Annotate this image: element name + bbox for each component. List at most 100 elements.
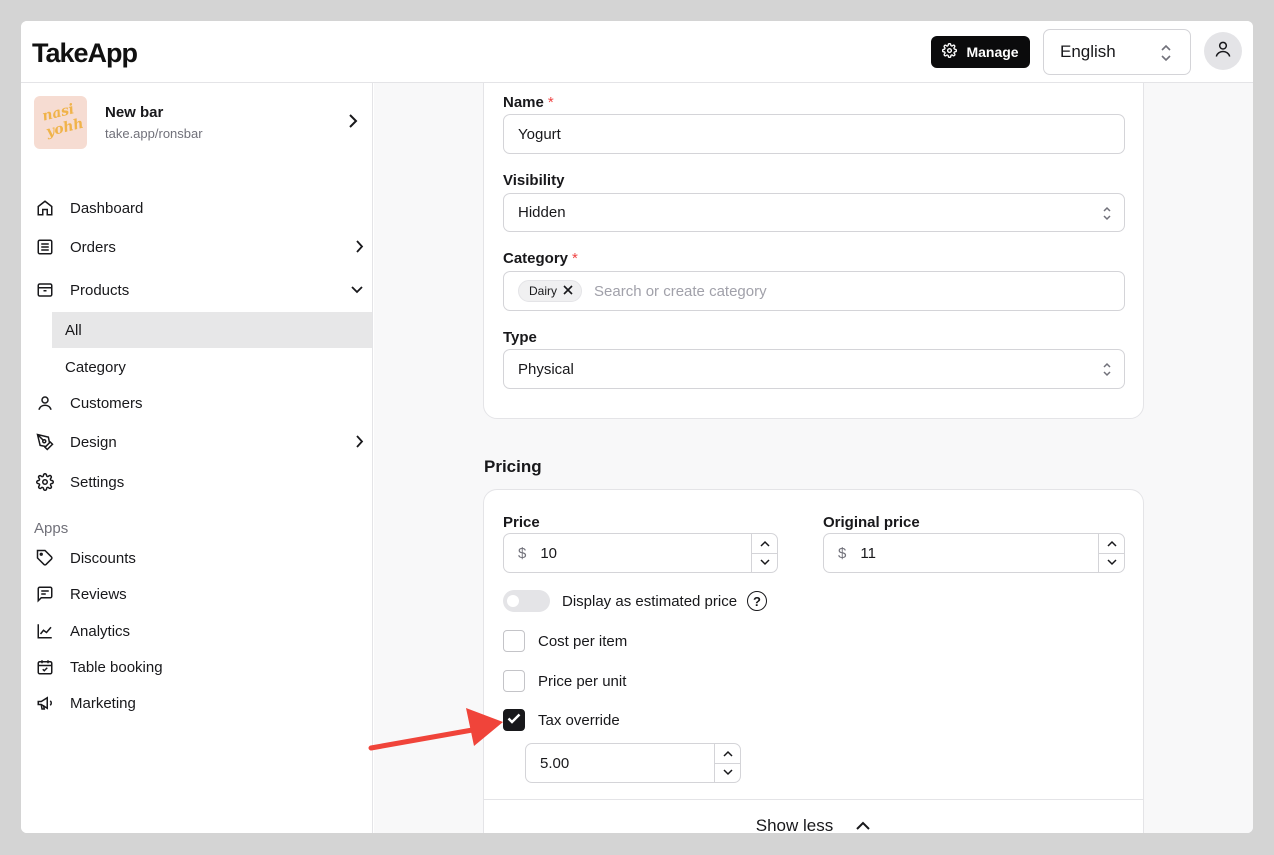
chart-icon bbox=[34, 620, 56, 642]
estimated-price-toggle[interactable] bbox=[503, 590, 550, 612]
category-field[interactable]: Dairy Search or create category bbox=[503, 271, 1125, 311]
sidebar: nasi yohh New bar take.app/ronsbar Dashb… bbox=[21, 83, 373, 833]
annotation-arrow-icon bbox=[368, 708, 503, 751]
top-header: TakeApp Manage English bbox=[21, 21, 1253, 83]
tax-value: 5.00 bbox=[540, 754, 570, 772]
category-search-placeholder[interactable]: Search or create category bbox=[594, 283, 767, 300]
sidebar-item-label: Marketing bbox=[70, 694, 136, 712]
sidebar-item-design[interactable]: Design bbox=[34, 425, 364, 459]
pricing-card: Price $ 10 Original price $ 11 Display a… bbox=[483, 489, 1144, 833]
chevron-right-icon bbox=[355, 434, 364, 453]
user-icon bbox=[1213, 39, 1233, 64]
gear-icon bbox=[34, 471, 56, 493]
currency-symbol: $ bbox=[838, 544, 847, 562]
sidebar-item-label: Customers bbox=[70, 394, 143, 412]
pen-icon bbox=[34, 431, 56, 453]
store-url: take.app/ronsbar bbox=[105, 126, 203, 141]
sidebar-subitem-all[interactable]: All bbox=[52, 312, 372, 348]
orders-icon bbox=[34, 236, 56, 258]
sidebar-item-table-booking[interactable]: Table booking bbox=[34, 650, 364, 684]
chevron-updown-icon bbox=[1160, 44, 1172, 67]
box-icon bbox=[34, 279, 56, 301]
type-value: Physical bbox=[518, 360, 574, 378]
original-price-stepper bbox=[1098, 534, 1124, 572]
sidebar-item-label: Orders bbox=[70, 238, 116, 256]
visibility-value: Hidden bbox=[518, 204, 566, 221]
store-thumbnail: nasi yohh bbox=[34, 96, 87, 149]
sidebar-item-orders[interactable]: Orders bbox=[34, 230, 364, 264]
price-per-unit-checkbox[interactable] bbox=[503, 670, 525, 692]
manage-button[interactable]: Manage bbox=[931, 36, 1030, 68]
store-switcher[interactable]: nasi yohh New bar take.app/ronsbar bbox=[34, 96, 364, 150]
sidebar-item-label: Analytics bbox=[70, 622, 131, 640]
tax-override-field[interactable]: 5.00 bbox=[525, 743, 741, 783]
original-price-label: Original price bbox=[823, 514, 920, 531]
sidebar-item-products[interactable]: Products bbox=[34, 273, 364, 307]
chevron-up-icon[interactable] bbox=[752, 534, 777, 554]
app-window: TakeApp Manage English nasi yohh New bar… bbox=[21, 21, 1253, 833]
chevron-up-icon[interactable] bbox=[715, 744, 740, 764]
home-icon bbox=[34, 197, 56, 219]
category-chip: Dairy bbox=[518, 280, 583, 302]
apps-section-label: Apps bbox=[34, 520, 69, 537]
manage-label: Manage bbox=[966, 44, 1019, 60]
toggle-knob bbox=[507, 595, 519, 607]
sidebar-item-customers[interactable]: Customers bbox=[34, 386, 364, 420]
megaphone-icon bbox=[34, 692, 56, 714]
sidebar-item-label: Table booking bbox=[70, 658, 163, 676]
price-field[interactable]: $ 10 bbox=[503, 533, 778, 573]
price-value: 10 bbox=[540, 544, 558, 562]
name-value: Yogurt bbox=[518, 125, 561, 143]
chevron-right-icon bbox=[348, 113, 358, 134]
sidebar-item-label: Reviews bbox=[70, 585, 127, 603]
calendar-icon bbox=[34, 656, 56, 678]
name-label: Name * bbox=[503, 94, 554, 111]
takeapp-logo[interactable]: TakeApp bbox=[32, 38, 138, 69]
language-select[interactable]: English bbox=[1043, 29, 1191, 75]
store-name: New bar bbox=[105, 104, 164, 121]
category-label: Category * bbox=[503, 250, 578, 267]
show-less-label: Show less bbox=[755, 816, 834, 833]
chevron-down-icon[interactable] bbox=[752, 554, 777, 573]
user-icon bbox=[34, 392, 56, 414]
question-icon[interactable]: ? bbox=[747, 591, 767, 611]
gear-icon bbox=[942, 42, 958, 61]
chevron-down-icon bbox=[350, 282, 364, 299]
close-icon[interactable] bbox=[563, 284, 573, 298]
sidebar-item-analytics[interactable]: Analytics bbox=[34, 614, 364, 648]
sidebar-subitem-category[interactable]: Category bbox=[52, 349, 372, 385]
cost-per-item-checkbox[interactable] bbox=[503, 630, 525, 652]
currency-symbol: $ bbox=[518, 544, 527, 562]
sidebar-item-label: Settings bbox=[70, 473, 125, 491]
price-label: Price bbox=[503, 514, 540, 531]
sidebar-item-label: Dashboard bbox=[70, 199, 144, 217]
user-avatar-button[interactable] bbox=[1204, 32, 1242, 70]
sidebar-item-label: Discounts bbox=[70, 549, 136, 567]
category-chip-label: Dairy bbox=[529, 284, 558, 298]
show-less-button[interactable]: Show less bbox=[484, 799, 1143, 833]
type-label: Type bbox=[503, 329, 537, 346]
tax-override-label: Tax override bbox=[538, 712, 620, 729]
name-field[interactable]: Yogurt bbox=[503, 114, 1125, 154]
price-stepper bbox=[751, 534, 777, 572]
sidebar-item-marketing[interactable]: Marketing bbox=[34, 686, 364, 720]
sidebar-item-settings[interactable]: Settings bbox=[34, 465, 364, 499]
reviews-icon bbox=[34, 583, 56, 605]
language-value: English bbox=[1060, 42, 1116, 61]
pricing-section-title: Pricing bbox=[484, 457, 542, 476]
sidebar-item-discounts[interactable]: Discounts bbox=[34, 541, 364, 575]
original-price-value: 11 bbox=[860, 544, 876, 562]
type-select[interactable]: Physical bbox=[503, 349, 1125, 389]
product-details-card: Name * Yogurt Visibility Hidden Category *… bbox=[483, 83, 1144, 419]
visibility-select[interactable]: Hidden bbox=[503, 193, 1125, 232]
chevron-down-icon[interactable] bbox=[1099, 554, 1124, 573]
sidebar-item-reviews[interactable]: Reviews bbox=[34, 577, 364, 611]
chevron-down-icon[interactable] bbox=[715, 764, 740, 783]
sidebar-item-dashboard[interactable]: Dashboard bbox=[34, 191, 364, 225]
original-price-field[interactable]: $ 11 bbox=[823, 533, 1125, 573]
price-per-unit-label: Price per unit bbox=[538, 673, 627, 690]
chevron-right-icon bbox=[355, 239, 364, 258]
visibility-label: Visibility bbox=[503, 172, 565, 189]
chevron-up-icon[interactable] bbox=[1099, 534, 1124, 554]
cost-per-item-label: Cost per item bbox=[538, 633, 628, 650]
